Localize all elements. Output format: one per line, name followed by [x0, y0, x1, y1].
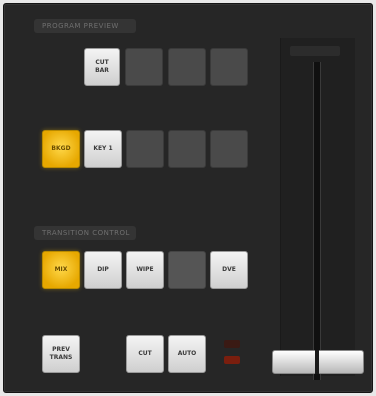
- tbar-handle-divider: [315, 350, 319, 374]
- prev-trans-button[interactable]: PREV TRANS: [42, 335, 80, 373]
- dip-button[interactable]: DIP: [84, 251, 122, 289]
- row2-button-5[interactable]: [210, 130, 248, 168]
- key1-button[interactable]: KEY 1: [84, 130, 122, 168]
- tbar-scale: [290, 46, 340, 56]
- cut-button[interactable]: CUT: [126, 335, 164, 373]
- bkgd-button[interactable]: BKGD: [42, 130, 80, 168]
- auto-button[interactable]: AUTO: [168, 335, 206, 373]
- section-label-transition: TRANSITION CONTROL: [34, 226, 136, 240]
- mix-button[interactable]: MIX: [42, 251, 80, 289]
- row1-button-3[interactable]: [168, 48, 206, 86]
- tbar-slot: [313, 62, 321, 380]
- row1-button-2[interactable]: [125, 48, 163, 86]
- wipe-button[interactable]: WIPE: [126, 251, 164, 289]
- row3-button-4[interactable]: [168, 251, 206, 289]
- row2-button-4[interactable]: [168, 130, 206, 168]
- cut-bar-button[interactable]: CUT BAR: [84, 48, 120, 86]
- row2-button-3[interactable]: [126, 130, 164, 168]
- ftb-led-bottom: [224, 356, 240, 364]
- row1-button-4[interactable]: [210, 48, 248, 86]
- section-label-top: PROGRAM PREVIEW: [34, 19, 136, 33]
- dve-button[interactable]: DVE: [210, 251, 248, 289]
- ftb-led-top: [224, 340, 240, 348]
